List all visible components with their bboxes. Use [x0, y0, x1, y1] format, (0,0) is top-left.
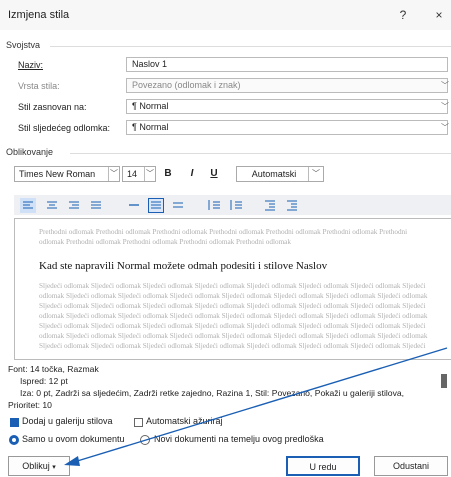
font-value: Times New Roman	[19, 169, 96, 179]
chevron-down-icon: ﹀	[441, 102, 449, 111]
section-svojstva: Svojstva	[6, 40, 41, 50]
preview-sample-text: Kad ste napravili Normal možete odmah po…	[39, 260, 328, 272]
chevron-down-icon: ﹀	[441, 123, 449, 132]
auto-update-checkbox[interactable]	[134, 418, 143, 427]
gallery-label: Dodaj u galeriju stilova	[22, 416, 113, 426]
chevron-down-icon: ▾	[52, 464, 56, 471]
double-spacing-icon[interactable]	[170, 198, 186, 213]
naziv-input[interactable]: Naslov 1	[126, 57, 448, 72]
format-button-label: Oblikuj	[22, 461, 50, 471]
gallery-checkbox[interactable]	[10, 418, 19, 427]
vrsta-value: Povezano (odlomak i znak)	[132, 80, 241, 90]
ok-button[interactable]: U redu	[286, 456, 360, 476]
help-button[interactable]: ?	[392, 6, 414, 24]
align-justify-icon[interactable]	[88, 198, 104, 213]
sljedeceg-label: Stil sljedećeg odlomka:	[18, 123, 111, 133]
decrease-indent-icon[interactable]	[262, 198, 278, 213]
sljedeceg-value: ¶ Normal	[132, 122, 169, 132]
cancel-button[interactable]: Odustani	[374, 456, 448, 476]
align-center-icon[interactable]	[44, 198, 60, 213]
format-button[interactable]: Oblikuj ▾	[8, 456, 70, 476]
color-select[interactable]: Automatski ﹀	[236, 166, 324, 182]
style-preview: Prethodni odlomak Prethodni odlomak Pret…	[14, 218, 451, 360]
chevron-down-icon: ﹀	[144, 167, 155, 181]
vrsta-label: Vrsta stila:	[18, 81, 60, 91]
increase-indent-icon[interactable]	[284, 198, 300, 213]
chevron-down-icon: ﹀	[108, 167, 119, 181]
only-document-label: Samo u ovom dokumentu	[22, 434, 125, 444]
description-line: Font: 14 točka, Razmak	[8, 364, 99, 374]
space-before-icon[interactable]	[206, 198, 222, 213]
section-divider	[70, 153, 451, 154]
new-documents-radio[interactable]	[140, 435, 150, 445]
close-button[interactable]: ×	[428, 6, 450, 24]
preview-previous-paragraph: Prethodni odlomak Prethodni odlomak Pret…	[39, 228, 408, 246]
dialog-title: Izmjena stila	[8, 9, 70, 21]
color-value: Automatski	[251, 169, 297, 179]
align-right-icon[interactable]	[66, 198, 82, 213]
zasnovan-select[interactable]: ¶ Normal ﹀	[126, 99, 449, 114]
style-description: Font: 14 točka, Razmak Ispred: 12 pt Iza…	[8, 363, 438, 411]
section-divider	[50, 46, 451, 47]
new-documents-label: Novi dokumenti na temelju ovog predloška	[154, 434, 324, 444]
vrsta-select: Povezano (odlomak i znak) ﹀	[126, 78, 449, 93]
size-select[interactable]: 14 ﹀	[122, 166, 156, 182]
chevron-down-icon: ﹀	[441, 81, 449, 90]
single-spacing-icon[interactable]	[126, 198, 142, 213]
bold-button[interactable]: B	[160, 166, 176, 182]
chevron-down-icon: ﹀	[308, 167, 323, 181]
description-line: Ispred: 12 pt	[20, 376, 68, 386]
zasnovan-value: ¶ Normal	[132, 101, 169, 111]
size-value: 14	[127, 169, 138, 179]
section-oblikovanje: Oblikovanje	[6, 147, 54, 157]
italic-button[interactable]: I	[184, 166, 200, 182]
auto-update-label: Automatski ažuriraj	[146, 416, 223, 426]
description-line: Iza: 0 pt, Zadrži sa sljedećim, Zadrži r…	[20, 388, 405, 398]
naziv-label: Naziv:	[18, 60, 44, 70]
only-document-radio[interactable]	[9, 435, 19, 445]
preview-next-paragraph: Sljedeći odlomak Sljedeći odlomak Sljede…	[39, 282, 428, 350]
underline-button[interactable]: U	[206, 166, 222, 182]
font-select[interactable]: Times New Roman ﹀	[14, 166, 120, 182]
sljedeceg-select[interactable]: ¶ Normal ﹀	[126, 120, 449, 135]
one-half-spacing-icon[interactable]	[148, 198, 164, 213]
description-line: Prioritet: 10	[8, 400, 52, 410]
space-after-icon[interactable]	[228, 198, 244, 213]
description-scrollbar[interactable]	[441, 374, 447, 388]
align-left-icon[interactable]	[20, 198, 36, 213]
zasnovan-label: Stil zasnovan na:	[18, 102, 87, 112]
